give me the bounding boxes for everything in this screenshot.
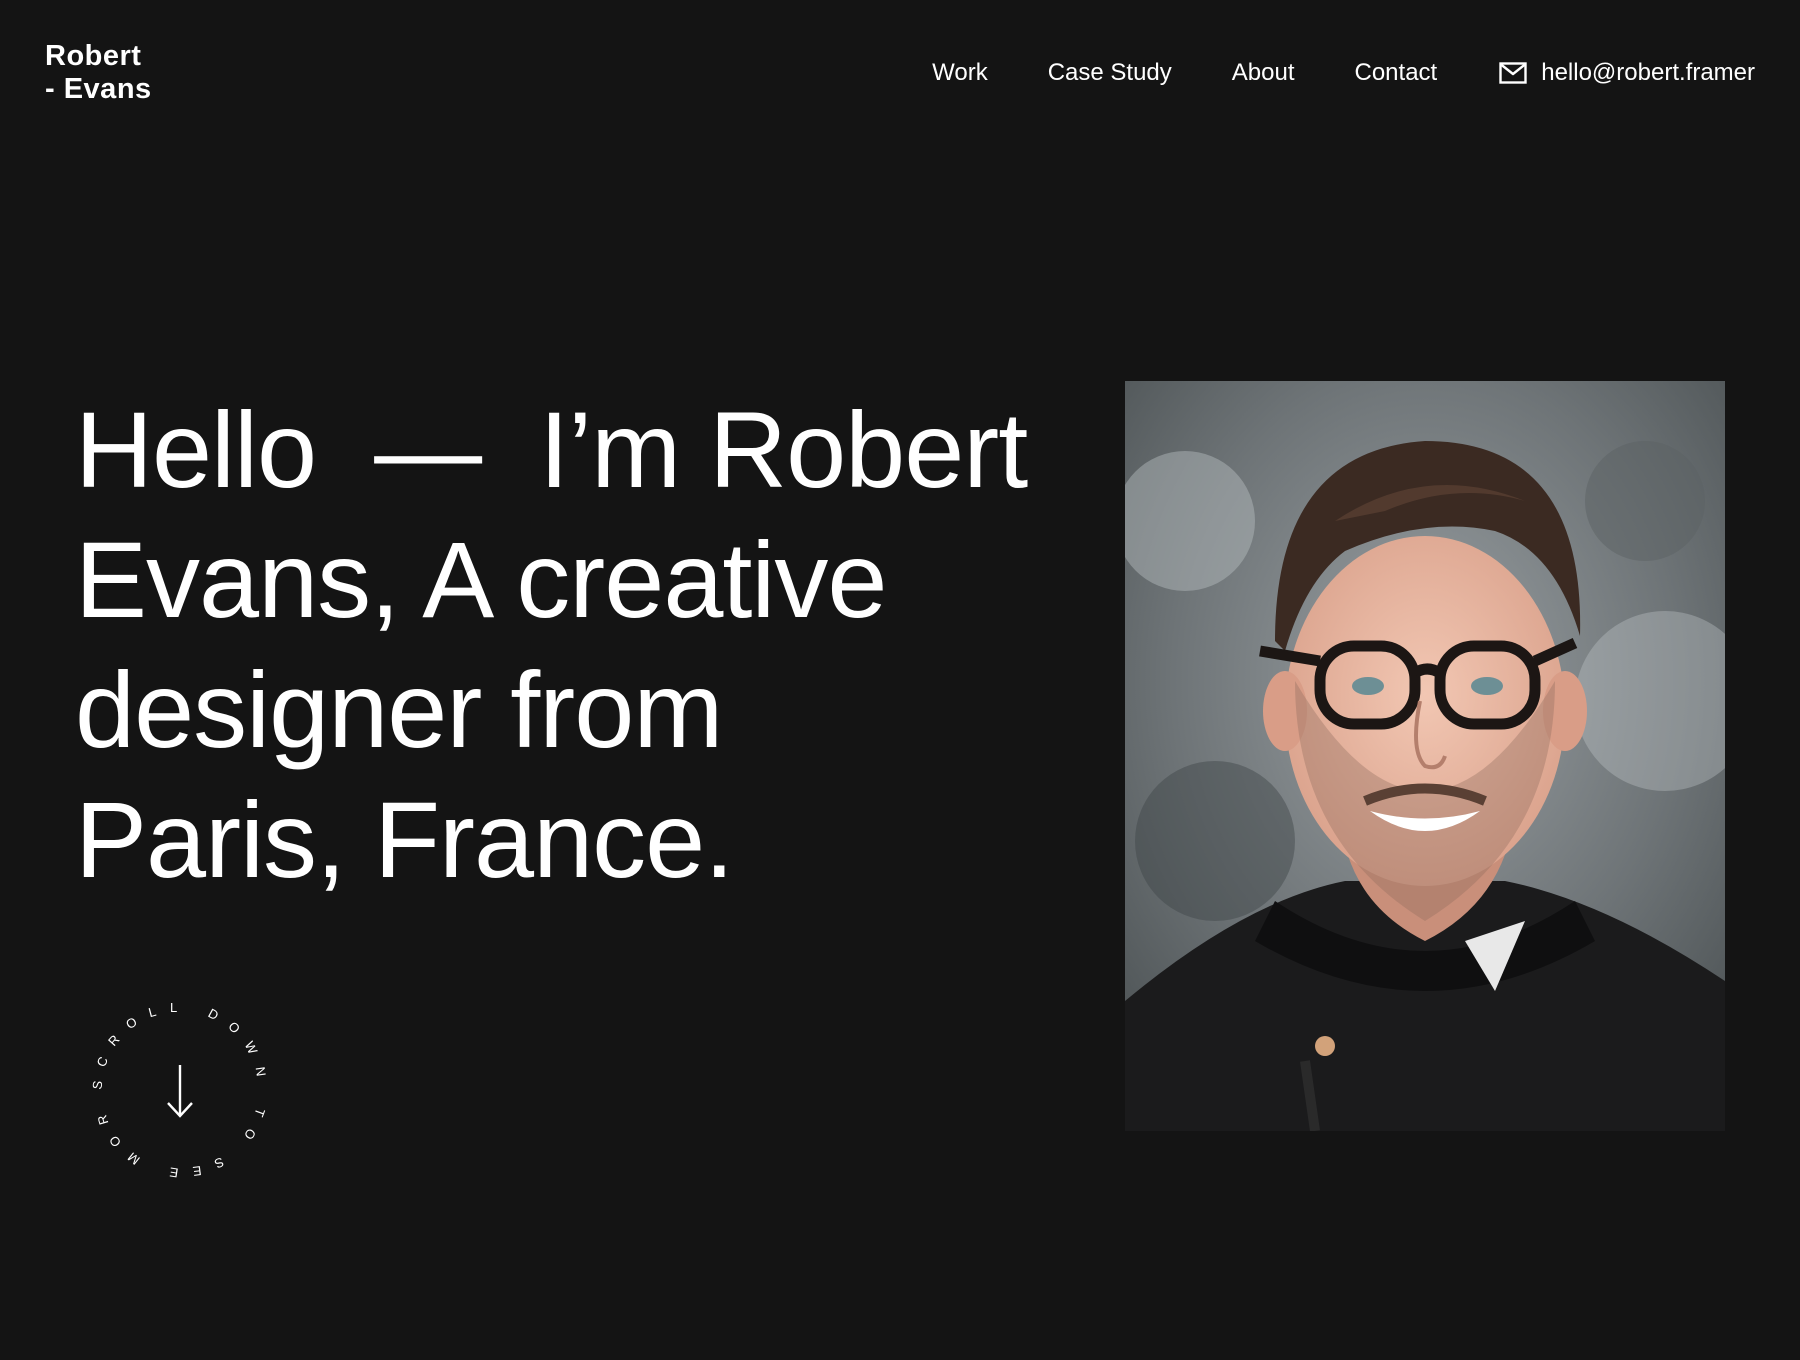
scroll-badge-graphic: SCROLL DOWN TO SEE MORE xyxy=(69,978,271,1181)
logo-line-2: - Evans xyxy=(45,73,152,105)
nav-item-case-study[interactable]: Case Study xyxy=(1048,59,1172,87)
logo-line-1: Robert xyxy=(45,40,142,72)
main-nav: Work Case Study About Contact hello@robe… xyxy=(932,56,1755,90)
hero-line-3: designer from xyxy=(75,649,723,770)
portrait-illustration xyxy=(1125,381,1725,1131)
email-link[interactable]: hello@robert.framer xyxy=(1499,59,1755,87)
page: Robert - Evans Work Case Study About Con… xyxy=(0,0,1800,1360)
site-logo[interactable]: Robert - Evans xyxy=(45,40,152,106)
hero-line-2: Evans, A creative xyxy=(75,519,887,640)
arrow-down-icon xyxy=(167,1065,193,1118)
hero-line-4: Paris, France. xyxy=(75,779,734,900)
nav-item-work[interactable]: Work xyxy=(932,59,988,87)
nav-item-contact[interactable]: Contact xyxy=(1355,59,1438,87)
scroll-down-badge[interactable]: SCROLL DOWN TO SEE MORE xyxy=(69,978,280,1190)
nav-item-about[interactable]: About xyxy=(1232,59,1295,87)
hero-headline: Hello — I’m Robert Evans, A creative des… xyxy=(75,385,1075,905)
profile-photo xyxy=(1125,381,1725,1131)
mail-icon xyxy=(1499,62,1527,84)
email-address: hello@robert.framer xyxy=(1541,59,1755,86)
scroll-badge-text: SCROLL DOWN TO SEE MORE xyxy=(80,990,271,1181)
hero-line-1: Hello — I’m Robert xyxy=(75,389,1028,510)
